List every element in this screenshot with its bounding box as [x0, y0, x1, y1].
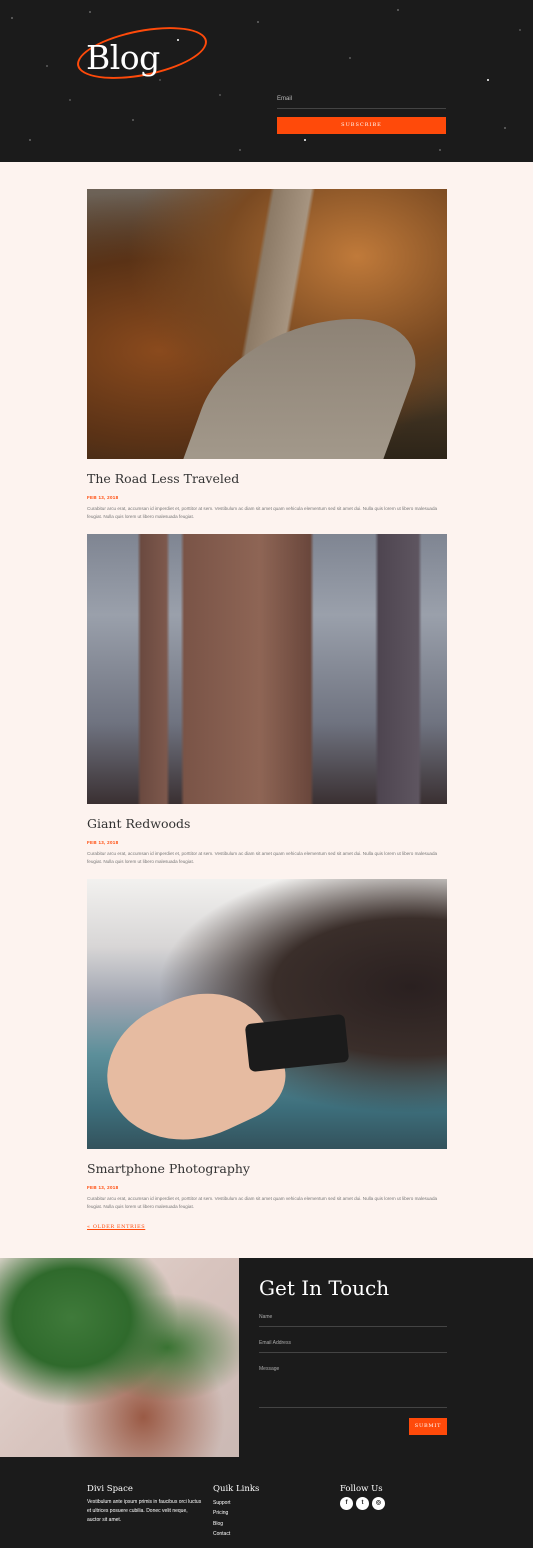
message-field-underline — [259, 1407, 447, 1408]
post-excerpt: Curabitur arcu erat, accumsan id imperdi… — [87, 1196, 438, 1209]
post-excerpt: Curabitur arcu erat, accumsan id imperdi… — [87, 851, 438, 864]
post-date: FEB 13, 2018 — [87, 1185, 119, 1190]
blog-post-item: The Road Less Traveled FEB 13, 2018 Cura… — [87, 189, 447, 521]
post-image[interactable] — [87, 534, 447, 804]
footer-link-contact[interactable]: Contact — [213, 1531, 230, 1537]
footer-about-title: Divi Space — [87, 1484, 133, 1494]
footer-link-pricing[interactable]: Pricing — [213, 1510, 228, 1516]
post-image[interactable] — [87, 879, 447, 1149]
instagram-icon[interactable]: ◎ — [372, 1497, 385, 1510]
post-image[interactable] — [87, 189, 447, 459]
subscribe-email-underline — [277, 108, 446, 109]
name-field-underline — [259, 1326, 447, 1327]
footer-links-title: Quik Links — [213, 1484, 260, 1494]
road-shape — [179, 319, 435, 459]
footer-link-blog[interactable]: Blog — [213, 1521, 223, 1527]
message-field[interactable]: Message — [259, 1366, 279, 1372]
submit-button[interactable]: Submit — [409, 1418, 447, 1435]
post-date: FEB 13, 2018 — [87, 840, 119, 845]
header-hero — [0, 0, 533, 162]
twitter-icon[interactable]: t — [356, 1497, 369, 1510]
footer-follow-title: Follow Us — [340, 1484, 383, 1494]
post-excerpt: Curabitur arcu erat, accumsan id imperdi… — [87, 506, 438, 519]
subscribe-button[interactable]: Subscribe — [277, 117, 446, 134]
blog-post-item: Smartphone Photography FEB 13, 2018 Cura… — [87, 879, 447, 1211]
post-title[interactable]: Giant Redwoods — [87, 816, 447, 831]
footer-link-support[interactable]: Support — [213, 1500, 231, 1506]
facebook-icon[interactable]: f — [340, 1497, 353, 1510]
footer-about-text: Vestibulum ante ipsum primis in faucibus… — [87, 1499, 202, 1523]
email-field-underline — [259, 1352, 447, 1353]
post-date: FEB 13, 2018 — [87, 495, 119, 500]
post-title[interactable]: The Road Less Traveled — [87, 471, 447, 486]
page-title: Blog — [86, 38, 160, 77]
contact-image — [0, 1258, 239, 1457]
phone-shape — [244, 1013, 350, 1073]
contact-title: Get In Touch — [259, 1276, 390, 1300]
footer — [0, 1457, 533, 1548]
email-field[interactable]: Email Address — [259, 1340, 291, 1346]
post-title[interactable]: Smartphone Photography — [87, 1161, 447, 1176]
subscribe-email-field[interactable]: Email — [277, 96, 292, 102]
blog-post-item: Giant Redwoods FEB 13, 2018 Curabitur ar… — [87, 534, 447, 866]
name-field[interactable]: Name — [259, 1314, 272, 1320]
older-entries-link[interactable]: « OLDER ENTRIES — [87, 1224, 145, 1230]
